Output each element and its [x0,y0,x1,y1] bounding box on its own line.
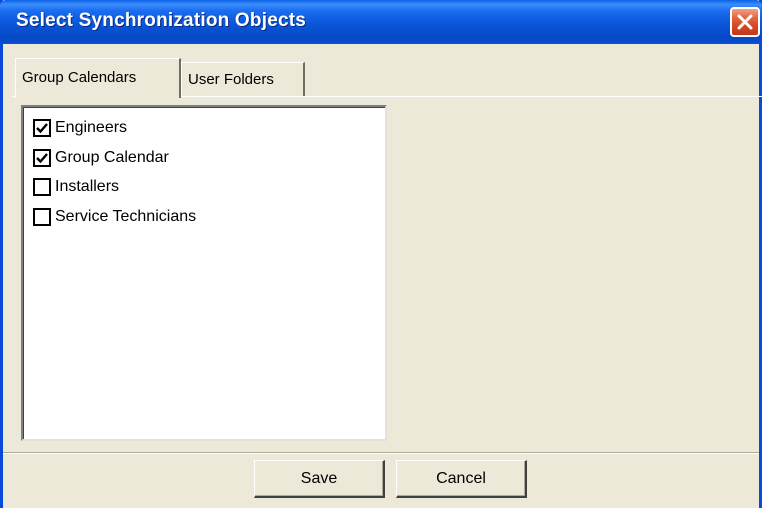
list-item-label: Service Technicians [55,208,197,225]
checkbox-engineers[interactable] [33,119,51,137]
list-item-label: Engineers [55,119,128,136]
list-item-label: Group Calendar [55,149,169,166]
button-bar-divider [3,452,759,454]
dialog-window: Select Synchronization Objects Group Cal… [0,0,762,508]
checkbox-installers[interactable] [33,178,51,196]
tab-group-calendars[interactable]: Group Calendars [15,58,181,98]
title-bar[interactable]: Select Synchronization Objects [0,0,762,44]
list-item-label: Installers [55,178,120,195]
list-item[interactable]: Installers [33,176,119,198]
list-item[interactable]: Service Technicians [33,206,196,228]
checkbox-service-technicians[interactable] [33,208,51,226]
check-icon [36,153,48,164]
list-item[interactable]: Engineers [33,117,127,139]
close-icon [737,14,753,30]
cancel-button[interactable]: Cancel [396,460,527,498]
window-title: Select Synchronization Objects [16,10,307,31]
sync-objects-list[interactable]: Engineers Group Calendar Installers Serv… [21,105,387,441]
tab-user-folders[interactable]: User Folders [181,62,305,96]
tab-label: User Folders [188,71,274,88]
list-item[interactable]: Group Calendar [33,147,169,169]
tab-label: Group Calendars [22,69,137,86]
close-button[interactable] [730,7,760,37]
check-icon [36,123,48,134]
save-button[interactable]: Save [254,460,385,498]
checkbox-group-calendar[interactable] [33,149,51,167]
